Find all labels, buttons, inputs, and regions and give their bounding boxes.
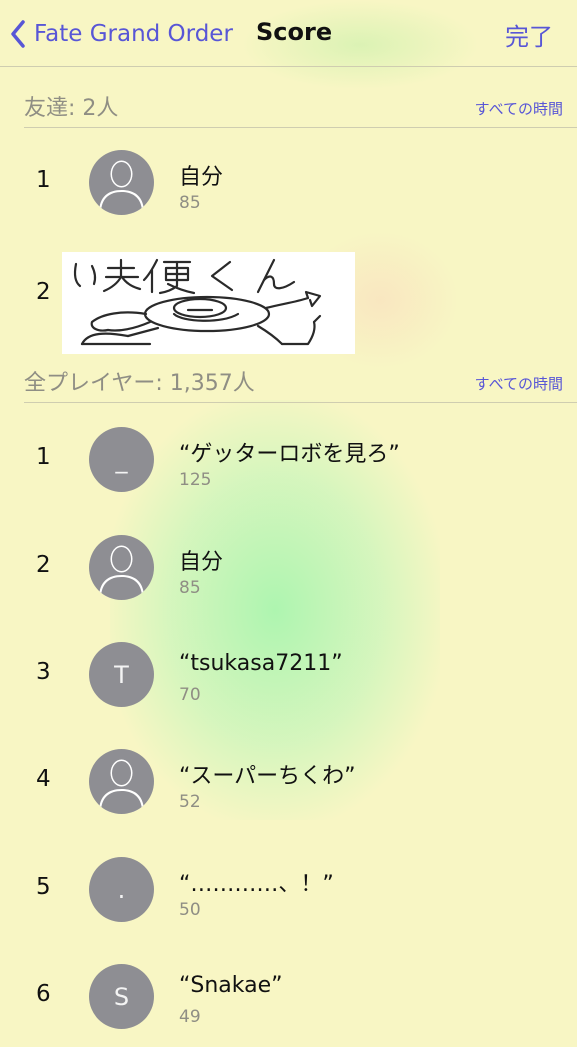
leaderboard-row[interactable]: 5 . “…………、！” 50 [0,840,577,940]
leaderboard-row[interactable]: 1 _ “ゲッターロボを見ろ” 125 [0,410,577,510]
player-name: 自分 [179,550,224,575]
rank-number: 5 [36,874,51,900]
leaderboard-row[interactable]: 2 自分 85 [0,518,577,618]
avatar [89,535,154,600]
avatar: T [89,642,154,707]
page-title: Score [256,18,333,46]
rank-number: 2 [36,279,51,305]
player-name: 自分 [179,165,224,190]
navigation-bar: Fate Grand Order Score 完了 [0,0,577,67]
rank-number: 1 [36,444,51,470]
divider [24,402,577,403]
friend-row[interactable]: 1 自分 85 [0,133,577,233]
player-score: 70 [179,685,201,705]
all-players-time-filter-link[interactable]: すべての時間 [475,373,563,394]
back-button-label: Fate Grand Order [34,21,233,47]
player-name: “ゲッターロボを見ろ” [179,442,400,467]
player-score: 85 [179,578,201,598]
handwritten-sketch-image [62,252,355,354]
done-button[interactable]: 完了 [505,17,553,52]
player-score: 125 [179,470,212,490]
player-score: 50 [179,900,201,920]
divider [24,127,577,128]
rank-number: 1 [36,167,51,193]
player-name: “Snakae” [179,973,283,998]
player-name: “…………、！” [179,872,334,897]
back-button[interactable]: Fate Grand Order [10,14,233,54]
leaderboard-row[interactable]: 4 “スーパーちくわ” 52 [0,732,577,832]
leaderboard-row[interactable]: 3 T “tsukasa7211” 70 [0,625,577,725]
avatar [89,749,154,814]
player-score: 52 [179,792,201,812]
friends-count-label: 友達: 2人 [24,96,119,121]
player-name: “スーパーちくわ” [179,764,356,789]
rank-number: 4 [36,766,51,792]
player-score: 49 [179,1007,201,1027]
avatar [89,150,154,215]
rank-number: 3 [36,659,51,685]
avatar: _ [89,427,154,492]
friends-section-header: 友達: 2人 すべての時間 [0,70,577,128]
avatar-initial: . [117,875,126,904]
chevron-left-icon [10,20,26,48]
all-players-section-header: 全プレイヤー: 1,357人 すべての時間 [0,345,577,403]
avatar: . [89,857,154,922]
leaderboard-row[interactable]: 6 S “Snakae” 49 [0,947,577,1047]
all-players-count-label: 全プレイヤー: 1,357人 [24,371,255,396]
avatar-initial: S [113,982,130,1011]
avatar-initial: _ [115,445,128,474]
avatar-initial: T [114,660,129,689]
avatar: S [89,964,154,1029]
player-name: “tsukasa7211” [179,651,343,676]
friends-time-filter-link[interactable]: すべての時間 [475,98,563,119]
rank-number: 6 [36,981,51,1007]
player-score: 85 [179,193,201,213]
rank-number: 2 [36,552,51,578]
